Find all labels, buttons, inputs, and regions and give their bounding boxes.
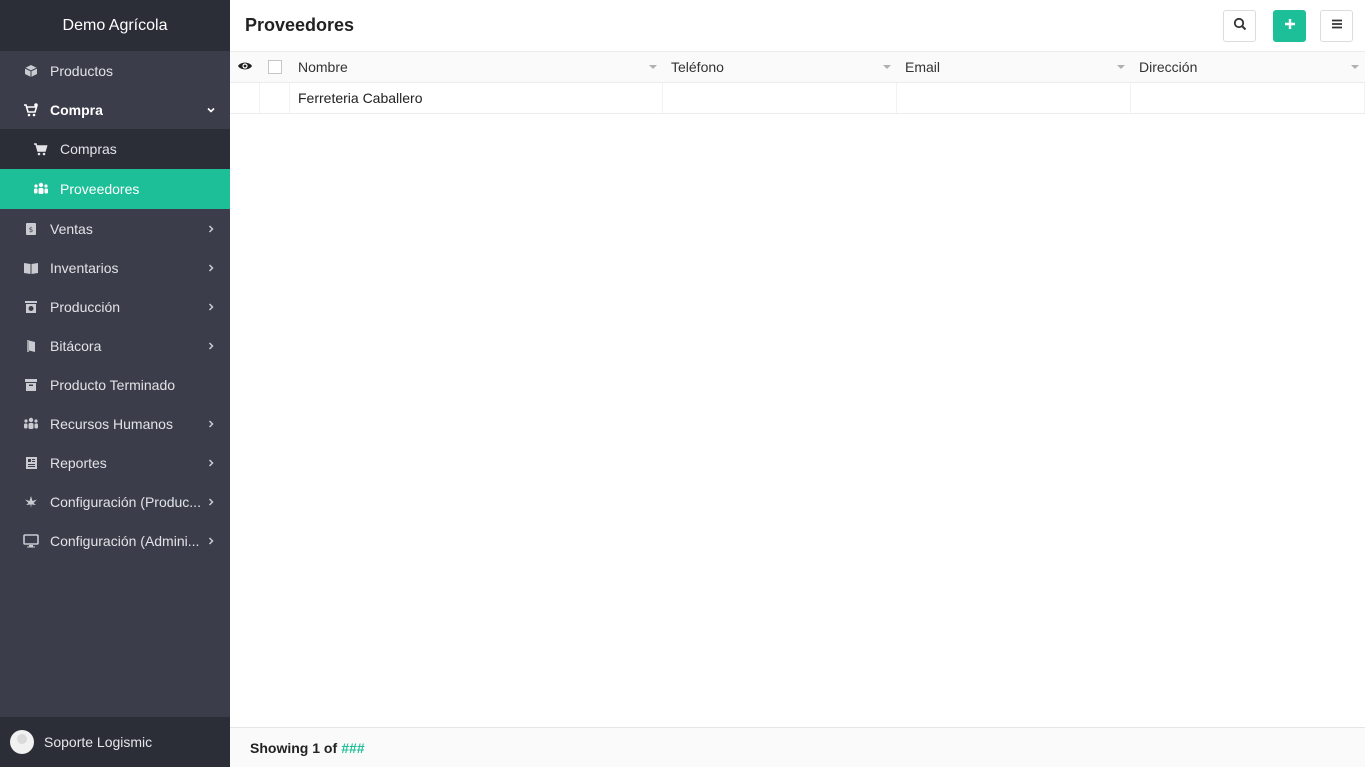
sidebar-item-ventas[interactable]: $ Ventas: [0, 209, 230, 248]
chevron-right-icon: [206, 419, 216, 429]
main-content: Proveedores Nombre Teléfono Email Direcc…: [230, 0, 1365, 767]
avatar: [10, 730, 34, 754]
sort-caret-icon[interactable]: [1351, 65, 1359, 69]
table-row[interactable]: Ferreteria Caballero: [230, 83, 1365, 114]
plus-icon: [1283, 17, 1297, 36]
eye-icon: [237, 59, 253, 75]
grid-footer: Showing 1 of ###: [230, 727, 1365, 767]
sidebar-item-label: Recursos Humanos: [50, 415, 173, 432]
user-profile[interactable]: Soporte Logismic: [0, 717, 230, 767]
sidebar-subitem-label: Proveedores: [60, 181, 140, 197]
sort-caret-icon[interactable]: [883, 65, 891, 69]
sort-caret-icon[interactable]: [649, 65, 657, 69]
hamburger-icon: [1330, 17, 1344, 36]
sidebar-item-configuracion-administracion[interactable]: Configuración (Admini...: [0, 521, 230, 560]
box-scale-icon: [22, 298, 40, 316]
chevron-right-icon: [206, 536, 216, 546]
cell-nombre[interactable]: Ferreteria Caballero: [290, 83, 663, 113]
sidebar-item-reportes[interactable]: Reportes: [0, 443, 230, 482]
add-button[interactable]: [1273, 10, 1306, 42]
book-icon: [22, 259, 40, 277]
newspaper-icon: [22, 454, 40, 472]
sidebar-item-label: Configuración (Produc...: [50, 493, 201, 510]
cart-icon: [32, 140, 50, 158]
search-button[interactable]: [1223, 10, 1256, 42]
sidebar-item-configuracion-produccion[interactable]: Configuración (Produc...: [0, 482, 230, 521]
sidebar-item-inventarios[interactable]: Inventarios: [0, 248, 230, 287]
users-icon: [32, 180, 50, 198]
sidebar: Demo Agrícola Productos Compra Compras P…: [0, 0, 230, 767]
user-name: Soporte Logismic: [44, 734, 153, 750]
cell-email[interactable]: [897, 83, 1131, 113]
row-indicator-cell: [230, 83, 260, 113]
page-title: Proveedores: [245, 15, 355, 35]
showing-label: Showing 1 of: [250, 739, 338, 756]
monitor-icon: [22, 532, 40, 550]
sidebar-item-label: Compra: [50, 101, 103, 118]
sidebar-subitem-proveedores[interactable]: Proveedores: [0, 169, 230, 209]
chevron-right-icon: [206, 302, 216, 312]
sidebar-item-compra[interactable]: Compra: [0, 90, 230, 129]
column-header-label: Dirección: [1139, 59, 1198, 75]
chevron-right-icon: [206, 341, 216, 351]
column-header-label: Nombre: [298, 59, 348, 75]
column-header-label: Email: [905, 59, 941, 75]
sidebar-item-label: Inventarios: [50, 259, 119, 276]
column-header-telefono[interactable]: Teléfono: [663, 52, 897, 82]
chevron-right-icon: [206, 497, 216, 507]
sidebar-item-label: Reportes: [50, 454, 107, 471]
sidebar-subitem-label: Compras: [60, 141, 117, 157]
chevron-right-icon: [206, 458, 216, 468]
sidebar-item-label: Productos: [50, 62, 114, 79]
cell-direccion[interactable]: [1131, 83, 1365, 113]
column-header-nombre[interactable]: Nombre: [290, 52, 663, 82]
select-all-checkbox[interactable]: [268, 60, 282, 74]
sidebar-item-producto-terminado[interactable]: Producto Terminado: [0, 365, 230, 404]
search-icon: [1233, 17, 1247, 36]
top-bar: Proveedores: [230, 0, 1365, 52]
compra-submenu: Compras Proveedores: [0, 129, 230, 209]
chevron-right-icon: [206, 263, 216, 273]
column-header-label: Teléfono: [671, 59, 724, 75]
cube-icon: [22, 62, 40, 80]
dollar-icon: $: [22, 220, 40, 238]
chevron-right-icon: [206, 224, 216, 234]
sidebar-item-label: Producción: [50, 298, 121, 315]
column-visibility-toggle[interactable]: [230, 52, 260, 82]
leaf-icon: [22, 493, 40, 511]
sidebar-item-label: Ventas: [50, 220, 93, 237]
cell-telefono[interactable]: [663, 83, 897, 113]
row-checkbox-cell[interactable]: [260, 83, 290, 113]
sidebar-subitem-compras[interactable]: Compras: [0, 129, 230, 169]
notebook-icon: [22, 337, 40, 355]
menu-button[interactable]: [1320, 10, 1353, 42]
sidebar-item-produccion[interactable]: Producción: [0, 287, 230, 326]
users-icon: [22, 415, 40, 433]
sidebar-item-label: Bitácora: [50, 337, 102, 354]
total-count: ###: [341, 739, 365, 756]
brand-title[interactable]: Demo Agrícola: [0, 0, 230, 51]
grid-header: Nombre Teléfono Email Dirección: [230, 52, 1365, 83]
sidebar-item-recursos-humanos[interactable]: Recursos Humanos: [0, 404, 230, 443]
column-header-email[interactable]: Email: [897, 52, 1131, 82]
sidebar-item-productos[interactable]: Productos: [0, 51, 230, 90]
sidebar-item-bitacora[interactable]: Bitácora: [0, 326, 230, 365]
sidebar-item-label: Configuración (Admini...: [50, 532, 200, 549]
cart-user-icon: [22, 101, 40, 119]
select-all-checkbox-cell: [260, 52, 290, 82]
sidebar-item-label: Producto Terminado: [50, 376, 176, 393]
column-header-direccion[interactable]: Dirección: [1131, 52, 1365, 82]
chevron-down-icon: [206, 105, 216, 115]
svg-text:$: $: [29, 226, 33, 234]
archive-icon: [22, 376, 40, 394]
sort-caret-icon[interactable]: [1117, 65, 1125, 69]
